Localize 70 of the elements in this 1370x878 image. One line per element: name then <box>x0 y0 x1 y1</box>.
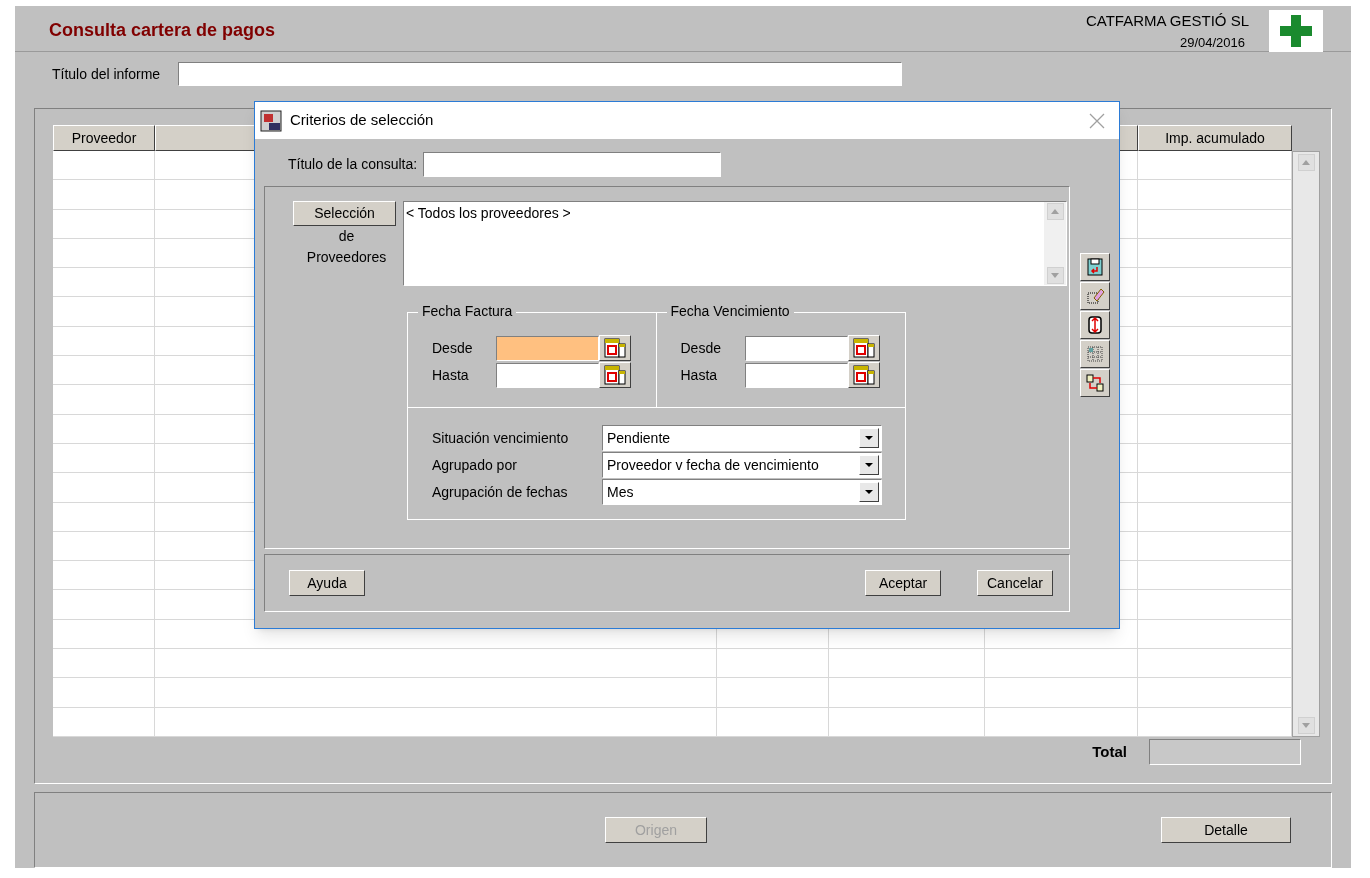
down-arrow-icon <box>1302 723 1310 728</box>
dialog-button[interactable]: Ayuda <box>289 570 365 596</box>
field-label: Desde <box>680 338 722 358</box>
field-label: Agrupado por <box>432 455 518 475</box>
eraser-icon <box>1085 286 1105 306</box>
calendar-button[interactable] <box>599 362 631 388</box>
field-label: Situación vencimiento <box>432 428 570 448</box>
supplier-list[interactable]: < Todos los proveedores > <box>403 201 1067 286</box>
date-field[interactable] <box>496 335 599 361</box>
calendar-icon <box>852 365 875 385</box>
logo-icon <box>1269 10 1323 52</box>
page-title: Consulta cartera de pagos <box>49 19 276 42</box>
swap-icon <box>1085 373 1105 393</box>
calendar-button[interactable] <box>847 362 880 388</box>
up-arrow-icon <box>1302 160 1310 165</box>
save-icon <box>1085 257 1105 277</box>
caret-icon <box>865 490 873 494</box>
calendar-icon <box>852 338 875 358</box>
column-header[interactable]: Imp. acumulado <box>1138 125 1292 151</box>
list-scrollbar[interactable] <box>1044 202 1066 285</box>
dropdown-button[interactable] <box>859 482 879 502</box>
list-item[interactable]: < Todos los proveedores > <box>406 203 1042 224</box>
down-arrow-icon <box>1051 273 1059 278</box>
scroll-down-button[interactable] <box>1297 717 1315 734</box>
field-label: Desde <box>432 338 474 358</box>
column-header[interactable]: Proveedor <box>53 125 155 151</box>
field-label: Hasta <box>432 365 470 385</box>
grid-button[interactable] <box>1080 340 1110 368</box>
scroll-up-button[interactable] <box>1297 154 1315 171</box>
calendar-button[interactable] <box>847 335 880 361</box>
calendar-button[interactable] <box>599 335 631 361</box>
supplier-caption: de Proveedores <box>305 227 388 267</box>
total-label: Total <box>1092 741 1127 762</box>
field-label: Título del informe <box>52 64 161 84</box>
dialog-title: Criterios de selección <box>290 110 435 131</box>
resize-icon <box>1085 315 1105 335</box>
caret-icon <box>865 463 873 467</box>
swap-button[interactable] <box>1080 369 1110 397</box>
action-button[interactable]: Detalle <box>1161 817 1291 843</box>
select-field[interactable]: Mes <box>602 479 882 505</box>
calendar-icon <box>604 365 626 385</box>
up-arrow-icon <box>1051 209 1059 214</box>
grid-icon <box>1085 344 1105 364</box>
field-label: Hasta <box>680 365 719 385</box>
dialog-button[interactable]: Aceptar <box>865 570 941 596</box>
caret-icon <box>865 436 873 440</box>
scroll-down-button[interactable] <box>1046 267 1064 284</box>
select-field[interactable]: Pendiente <box>602 425 882 451</box>
dropdown-button[interactable] <box>859 455 879 475</box>
eraser-button[interactable] <box>1080 282 1110 310</box>
close-icon[interactable] <box>1089 112 1105 129</box>
date-field[interactable] <box>496 362 599 388</box>
dropdown-button[interactable] <box>859 428 879 448</box>
scrollbar[interactable] <box>1292 151 1320 737</box>
dialog-button[interactable]: Cancelar <box>977 570 1053 596</box>
scroll-up-button[interactable] <box>1046 203 1064 220</box>
resize-button[interactable] <box>1080 311 1110 339</box>
supplier-selection-button[interactable]: Selección <box>293 201 396 226</box>
field-label: Agrupación de fechas <box>432 482 569 502</box>
date-field[interactable] <box>744 362 848 388</box>
date-field[interactable] <box>744 335 848 361</box>
select-field[interactable]: Proveedor v fecha de vencimiento <box>602 452 882 478</box>
query-title-field[interactable] <box>423 152 722 177</box>
calendar-icon <box>604 338 626 358</box>
date-text: 29/04/2016 <box>1179 33 1245 52</box>
report-title-field[interactable] <box>178 62 903 86</box>
app-icon <box>260 109 282 132</box>
company-name: CATFARMA GESTIÓ SL <box>1085 11 1249 31</box>
field-label: Título de la consulta: <box>288 155 418 174</box>
save-button[interactable] <box>1080 253 1110 281</box>
